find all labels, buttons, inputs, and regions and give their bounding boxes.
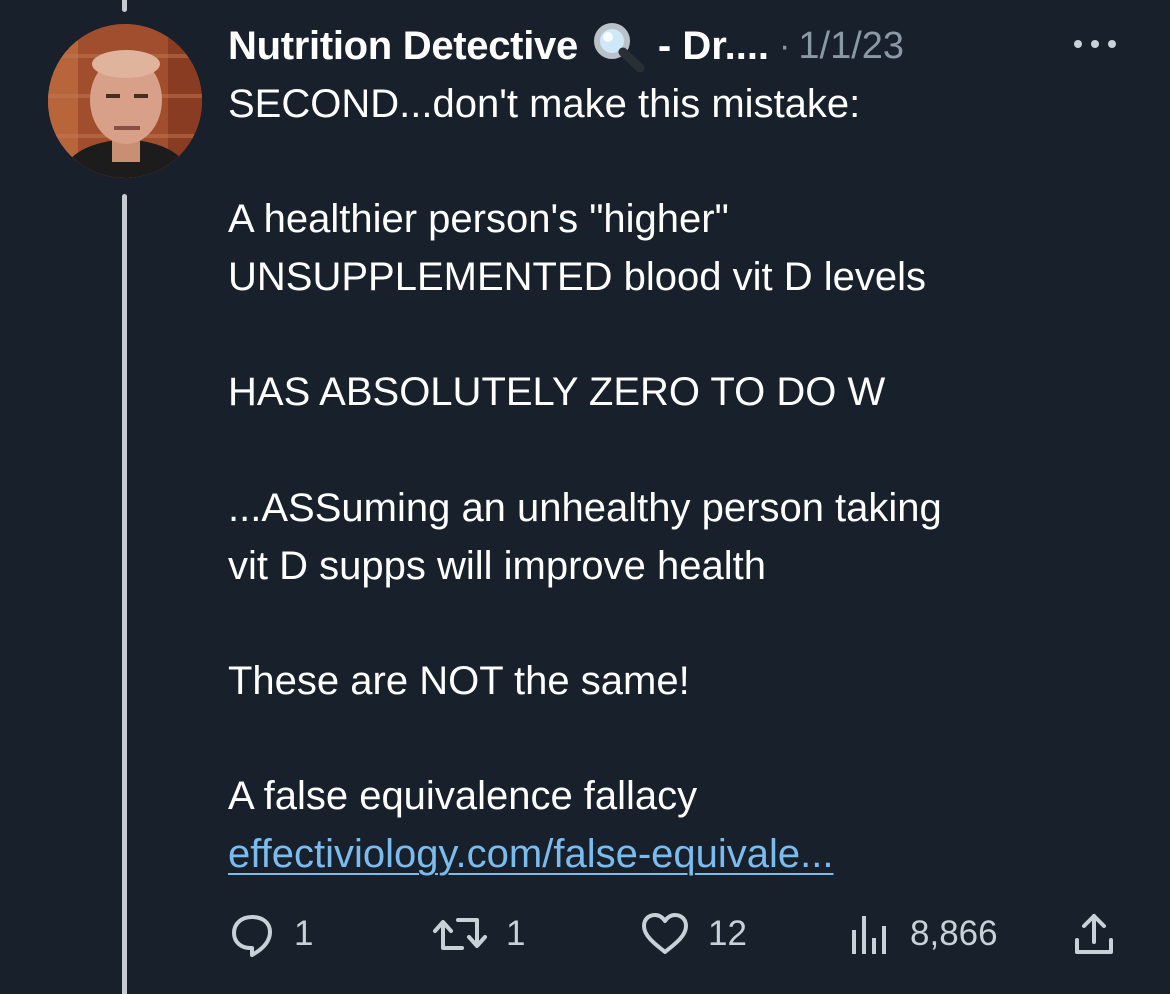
tweet-header: Nutrition Detective - Dr.... · 1/1/23 — [228, 20, 904, 73]
like-button[interactable]: 12 — [640, 906, 747, 962]
tweet-text-line: vit D supps will improve health — [228, 543, 766, 588]
tweet-text-blank-line — [228, 307, 1148, 365]
magnifying-glass-icon — [590, 20, 648, 73]
thread-line — [122, 194, 127, 994]
tweet-actions-bar: 1 1 12 8,866 — [0, 906, 1170, 962]
heart-icon — [640, 910, 690, 958]
retweet-button[interactable]: 1 — [432, 906, 525, 962]
retweet-icon — [432, 910, 488, 958]
tweet-text-blank-line — [228, 134, 1148, 192]
author-name-suffix[interactable]: - Dr.... — [658, 24, 769, 69]
author-display-name[interactable]: Nutrition Detective — [228, 24, 578, 69]
more-horizontal-icon[interactable] — [1070, 32, 1120, 56]
tweet-text-line: HAS ABSOLUTELY ZERO TO DO W — [228, 370, 886, 415]
tweet-text-line: SECOND...don't make this mistake: — [228, 82, 861, 126]
avatar[interactable] — [48, 24, 202, 178]
tweet-text-line: ...ASSuming an unhealthy person taking — [228, 485, 942, 530]
views-count: 8,866 — [910, 914, 998, 953]
tweet-timestamp[interactable]: 1/1/23 — [798, 25, 904, 68]
like-count: 12 — [708, 914, 747, 953]
retweet-count: 1 — [506, 914, 526, 953]
separator-dot: · — [779, 26, 791, 65]
tweet-text-blank-line — [228, 422, 1148, 480]
tweet-text-line: These are NOT the same! — [228, 658, 690, 703]
reply-icon — [228, 910, 276, 958]
tweet-text: SECOND...don't make this mistake: A heal… — [228, 76, 1148, 884]
share-icon — [1072, 910, 1116, 958]
reply-count: 1 — [294, 914, 314, 953]
tweet-text-line: UNSUPPLEMENTED blood vit D levels — [228, 255, 926, 300]
tweet-text-line: A healthier person's "higher" — [228, 197, 729, 242]
reply-button[interactable]: 1 — [228, 906, 313, 962]
tweet-text-blank-line — [228, 711, 1148, 769]
views-button[interactable]: 8,866 — [848, 906, 998, 962]
thread-connector-top — [122, 0, 127, 12]
tweet-text-line: A false equivalence fallacy — [228, 774, 698, 819]
share-button[interactable] — [1072, 906, 1116, 962]
tweet-link[interactable]: effectiviology.com/false-equivale... — [228, 832, 834, 876]
tweet-text-blank-line — [228, 595, 1148, 653]
views-chart-icon — [848, 910, 892, 958]
